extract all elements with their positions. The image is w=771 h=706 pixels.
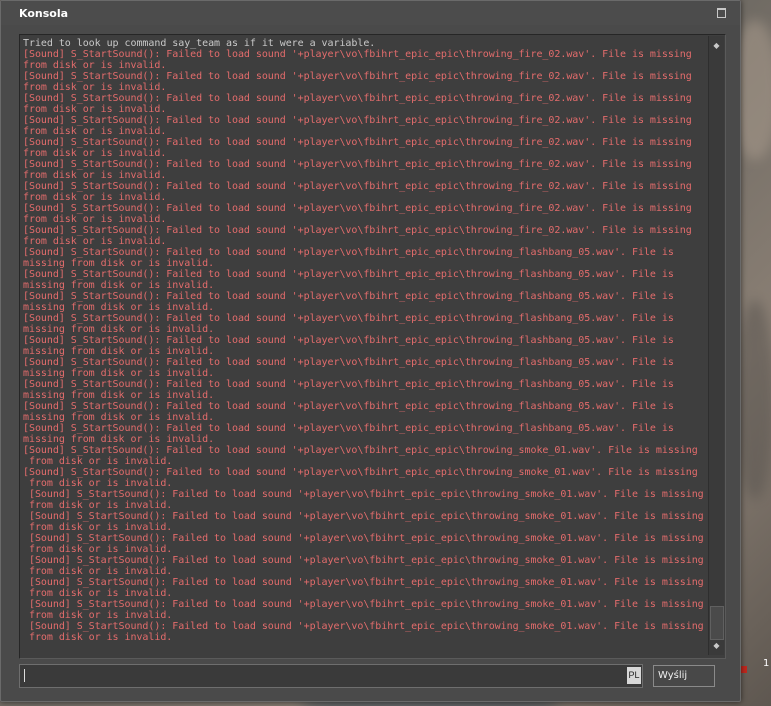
console-line: [Sound] S_StartSound(): Failed to load s…: [23, 555, 704, 566]
console-line: missing from disk or is invalid.: [23, 280, 215, 291]
console-line: [Sound] S_StartSound(): Failed to load s…: [23, 313, 674, 324]
window-title: Konsola: [19, 7, 69, 20]
console-line: [Sound] S_StartSound(): Failed to load s…: [23, 269, 674, 280]
scroll-down-icon[interactable]: ◆: [712, 641, 721, 650]
console-line: [Sound] S_StartSound(): Failed to load s…: [23, 467, 698, 478]
send-button[interactable]: Wyślij: [653, 665, 715, 687]
scroll-up-icon[interactable]: ◆: [712, 41, 721, 50]
console-line: from disk or is invalid.: [23, 632, 173, 643]
console-line: from disk or is invalid.: [23, 588, 173, 599]
console-line: [Sound] S_StartSound(): Failed to load s…: [23, 225, 692, 236]
console-line: [Sound] S_StartSound(): Failed to load s…: [23, 445, 698, 456]
console-line: [Sound] S_StartSound(): Failed to load s…: [23, 93, 692, 104]
console-line: from disk or is invalid.: [23, 522, 173, 533]
console-line: [Sound] S_StartSound(): Failed to load s…: [23, 577, 704, 588]
vertical-scrollbar[interactable]: ◆ ◆: [708, 36, 724, 655]
command-input-box[interactable]: PL: [19, 664, 643, 688]
console-window: Konsola Tried to look up command say_tea…: [0, 0, 741, 702]
console-line: from disk or is invalid.: [23, 500, 173, 511]
console-line: [Sound] S_StartSound(): Failed to load s…: [23, 247, 674, 258]
console-line: [Sound] S_StartSound(): Failed to load s…: [23, 401, 674, 412]
console-line: [Sound] S_StartSound(): Failed to load s…: [23, 137, 692, 148]
console-line: [Sound] S_StartSound(): Failed to load s…: [23, 49, 692, 60]
console-line: missing from disk or is invalid.: [23, 302, 215, 313]
console-line: from disk or is invalid.: [23, 170, 167, 181]
scroll-thumb[interactable]: [710, 606, 724, 640]
console-line: from disk or is invalid.: [23, 148, 167, 159]
console-line: [Sound] S_StartSound(): Failed to load s…: [23, 423, 674, 434]
console-line: [Sound] S_StartSound(): Failed to load s…: [23, 115, 692, 126]
console-line: from disk or is invalid.: [23, 60, 167, 71]
console-line: [Sound] S_StartSound(): Failed to load s…: [23, 621, 704, 632]
console-line: missing from disk or is invalid.: [23, 368, 215, 379]
console-line: from disk or is invalid.: [23, 610, 173, 621]
console-line: [Sound] S_StartSound(): Failed to load s…: [23, 511, 704, 522]
console-line: from disk or is invalid.: [23, 236, 167, 247]
console-line: [Sound] S_StartSound(): Failed to load s…: [23, 533, 704, 544]
console-line: from disk or is invalid.: [23, 104, 167, 115]
console-line: [Sound] S_StartSound(): Failed to load s…: [23, 357, 674, 368]
console-line: from disk or is invalid.: [23, 456, 173, 467]
console-line: [Sound] S_StartSound(): Failed to load s…: [23, 203, 692, 214]
console-line: missing from disk or is invalid.: [23, 390, 215, 401]
console-line: from disk or is invalid.: [23, 192, 167, 203]
background-digit: 1: [763, 658, 770, 669]
console-line: [Sound] S_StartSound(): Failed to load s…: [23, 335, 674, 346]
console-line: from disk or is invalid.: [23, 214, 167, 225]
console-line: [Sound] S_StartSound(): Failed to load s…: [23, 379, 674, 390]
console-line: missing from disk or is invalid.: [23, 324, 215, 335]
command-input[interactable]: [22, 667, 626, 685]
console-line: [Sound] S_StartSound(): Failed to load s…: [23, 159, 692, 170]
console-output-panel: Tried to look up command say_team as if …: [19, 34, 726, 659]
console-line: from disk or is invalid.: [23, 82, 167, 93]
console-line: from disk or is invalid.: [23, 478, 173, 489]
console-line: from disk or is invalid.: [23, 566, 173, 577]
title-bar[interactable]: Konsola: [1, 1, 740, 25]
console-line: [Sound] S_StartSound(): Failed to load s…: [23, 71, 692, 82]
console-line: [Sound] S_StartSound(): Failed to load s…: [23, 181, 692, 192]
console-line: missing from disk or is invalid.: [23, 434, 215, 445]
console-line: from disk or is invalid.: [23, 544, 173, 555]
language-indicator: PL: [627, 667, 641, 684]
text-caret: [24, 669, 25, 682]
console-line: from disk or is invalid.: [23, 126, 167, 137]
console-line: missing from disk or is invalid.: [23, 258, 215, 269]
console-line: [Sound] S_StartSound(): Failed to load s…: [23, 489, 704, 500]
console-line: [Sound] S_StartSound(): Failed to load s…: [23, 291, 674, 302]
maximize-icon[interactable]: [717, 8, 726, 18]
background-red-marker: [740, 666, 747, 673]
console-line: missing from disk or is invalid.: [23, 346, 215, 357]
console-log: Tried to look up command say_team as if …: [23, 38, 705, 654]
console-line: missing from disk or is invalid.: [23, 412, 215, 423]
console-line: [Sound] S_StartSound(): Failed to load s…: [23, 599, 704, 610]
console-line: Tried to look up command say_team as if …: [23, 38, 376, 49]
